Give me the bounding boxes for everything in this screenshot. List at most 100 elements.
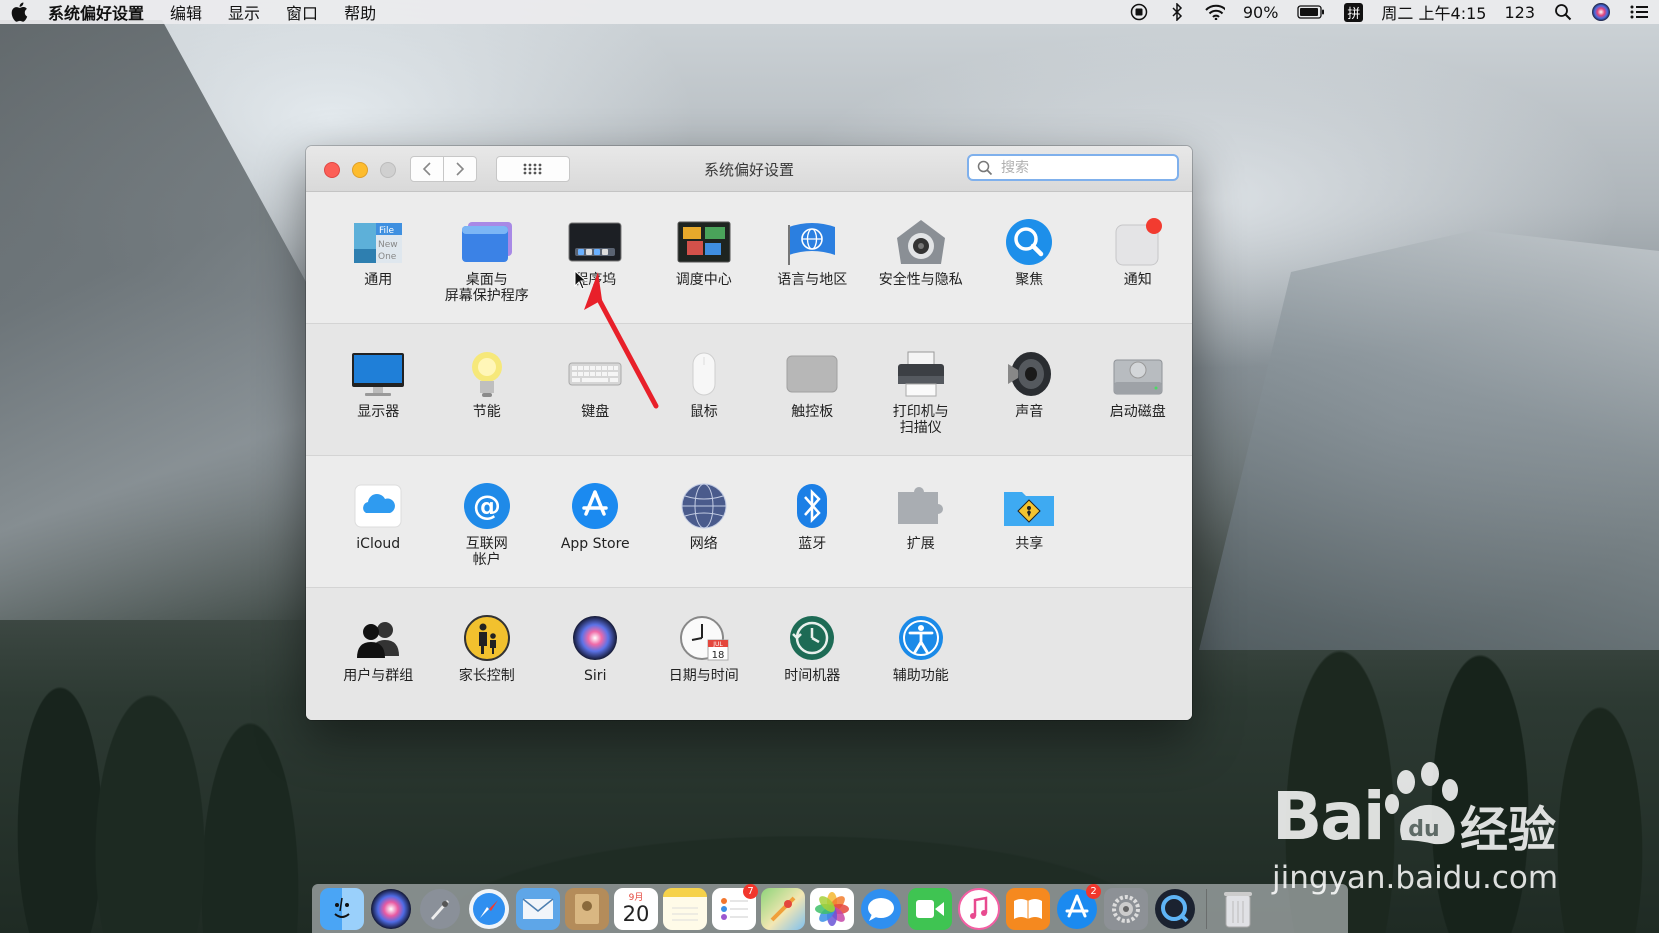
launchpad-icon[interactable]: [418, 888, 462, 930]
mail-icon[interactable]: [516, 887, 560, 930]
pane-bluetooth[interactable]: 蓝牙: [758, 456, 867, 587]
calendar-month: 9月: [628, 892, 644, 903]
pane-sound[interactable]: 声音: [975, 324, 1084, 455]
internet-accounts-icon: @: [460, 482, 514, 530]
itunes-icon[interactable]: [957, 887, 1001, 930]
menu-help[interactable]: 帮助: [344, 0, 376, 24]
pane-label: 日期与时间: [668, 668, 739, 684]
menu-view[interactable]: 显示: [228, 0, 260, 24]
pane-language-region[interactable]: 语言与地区: [758, 192, 867, 323]
pane-siri[interactable]: Siri: [541, 588, 650, 720]
calendar-icon[interactable]: 9月 20: [614, 887, 658, 930]
pane-mission-control[interactable]: 调度中心: [650, 192, 759, 323]
pane-notifications[interactable]: 通知: [1084, 192, 1193, 323]
pane-section-hardware: 显示器 节能 键盘 鼠标 触控板 打印机与 扫描仪 声音 启动磁盘: [306, 324, 1192, 456]
pane-network[interactable]: 网络: [650, 456, 759, 587]
siri-icon: [568, 614, 622, 662]
messages-icon[interactable]: [859, 888, 903, 930]
pane-security-privacy[interactable]: 安全性与隐私: [867, 192, 976, 323]
sound-icon: [1002, 350, 1056, 398]
pane-icloud[interactable]: iCloud: [324, 456, 433, 587]
general-one-label: One: [378, 252, 397, 262]
menu-bar: 系统偏好设置 编辑 显示 窗口 帮助 90% 拼 周二 上午4:15 123: [0, 0, 1659, 24]
pane-label: 网络: [689, 536, 718, 552]
trackpad-icon: [785, 350, 839, 398]
pane-mouse[interactable]: 鼠标: [650, 324, 759, 455]
pane-label: 桌面与 屏幕保护程序: [444, 272, 529, 304]
mouse-icon: [677, 350, 731, 398]
security-privacy-icon: [894, 218, 948, 266]
pane-label: 蓝牙: [798, 536, 827, 552]
search-input[interactable]: [999, 158, 1173, 177]
dock: 9月 20 7 2: [312, 883, 1348, 933]
parental-controls-icon: [460, 614, 514, 662]
pane-accessibility[interactable]: 辅助功能: [867, 588, 976, 720]
svg-text:@: @: [473, 489, 501, 522]
bluetooth-icon: [785, 482, 839, 530]
input-method-icon[interactable]: 拼: [1344, 2, 1364, 22]
general-icon: File New One: [351, 218, 405, 266]
spotlight-search-icon[interactable]: [1553, 3, 1573, 21]
system-preferences-window: 系统偏好设置 File New One 通用: [306, 146, 1192, 720]
pane-label: 共享: [1015, 536, 1044, 552]
pane-internet-accounts[interactable]: @ 互联网 帐户: [433, 456, 542, 587]
date-time-icon: JUL 18: [677, 614, 731, 662]
pane-section-personal: File New One 通用 桌面与 屏幕保护程序 程序坞 调度中心 语言与地…: [306, 192, 1192, 324]
pane-parental-controls[interactable]: 家长控制: [433, 588, 542, 720]
pane-app-store[interactable]: App Store: [541, 456, 650, 587]
screen-record-icon[interactable]: [1129, 3, 1149, 21]
menu-edit[interactable]: 编辑: [170, 0, 202, 24]
battery-icon[interactable]: [1296, 3, 1326, 21]
pane-section-internet: iCloud @ 互联网 帐户 App Store 网络 蓝牙 扩展 共享: [306, 456, 1192, 588]
pane-date-time[interactable]: JUL 18 日期与时间: [650, 588, 759, 720]
window-titlebar[interactable]: 系统偏好设置: [306, 146, 1192, 192]
pane-startup-disk[interactable]: 启动磁盘: [1084, 324, 1193, 455]
reminders-icon[interactable]: 7: [712, 883, 758, 930]
notes-icon[interactable]: [663, 887, 707, 930]
pane-dock[interactable]: 程序坞: [541, 192, 650, 323]
system-preferences-icon[interactable]: [1104, 887, 1148, 930]
pane-extensions[interactable]: 扩展: [867, 456, 976, 587]
contacts-icon[interactable]: [565, 887, 609, 930]
trash-icon[interactable]: [1216, 888, 1260, 930]
wifi-icon[interactable]: [1205, 3, 1225, 21]
siri-menu-icon[interactable]: [1591, 3, 1611, 21]
battery-percent[interactable]: 90%: [1243, 3, 1279, 22]
app-store-icon[interactable]: 2: [1055, 883, 1101, 930]
keyboard-icon: [568, 350, 622, 398]
network-icon: [677, 482, 731, 530]
safari-icon[interactable]: [467, 888, 511, 930]
pane-displays[interactable]: 显示器: [324, 324, 433, 455]
input-source-label[interactable]: 123: [1504, 3, 1535, 22]
search-field[interactable]: [967, 154, 1179, 181]
pane-users-groups[interactable]: 用户与群组: [324, 588, 433, 720]
apple-menu-icon[interactable]: [10, 2, 30, 22]
menu-app-name[interactable]: 系统偏好设置: [48, 0, 144, 24]
pane-energy-saver[interactable]: 节能: [433, 324, 542, 455]
clock[interactable]: 周二 上午4:15: [1381, 0, 1486, 24]
facetime-icon[interactable]: [908, 887, 952, 930]
notifications-icon: [1111, 218, 1165, 266]
notification-center-icon[interactable]: [1629, 3, 1649, 21]
finder-icon[interactable]: [320, 887, 364, 930]
ibooks-icon[interactable]: [1006, 887, 1050, 930]
pane-printers-scanners[interactable]: 打印机与 扫描仪: [867, 324, 976, 455]
pane-spotlight[interactable]: 聚焦: [975, 192, 1084, 323]
bluetooth-status-icon[interactable]: [1167, 3, 1187, 21]
quicktime-icon[interactable]: [1153, 888, 1197, 930]
photos-icon[interactable]: [810, 887, 854, 930]
mission-control-icon: [677, 218, 731, 266]
spotlight-icon: [1002, 218, 1056, 266]
siri-icon[interactable]: [369, 888, 413, 930]
pane-trackpad[interactable]: 触控板: [758, 324, 867, 455]
menu-window[interactable]: 窗口: [286, 0, 318, 24]
desktop-screensaver-icon: [460, 218, 514, 266]
maps-icon[interactable]: [761, 887, 805, 930]
pane-keyboard[interactable]: 键盘: [541, 324, 650, 455]
pane-label: 用户与群组: [343, 668, 414, 684]
pane-time-machine[interactable]: 时间机器: [758, 588, 867, 720]
pane-sharing[interactable]: 共享: [975, 456, 1084, 587]
pane-desktop-screensaver[interactable]: 桌面与 屏幕保护程序: [433, 192, 542, 323]
pane-general[interactable]: File New One 通用: [324, 192, 433, 323]
dock-separator: [1206, 888, 1207, 929]
